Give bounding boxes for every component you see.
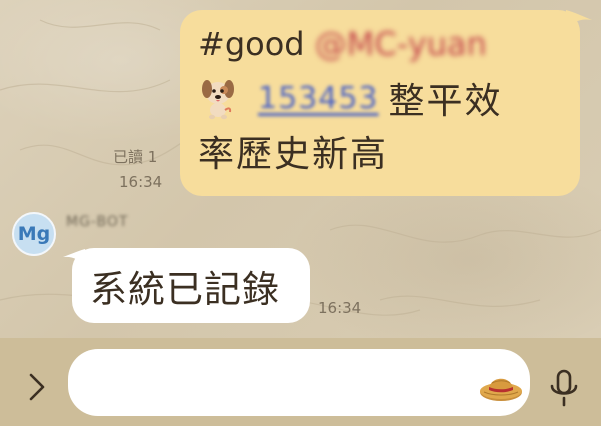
avatar[interactable]: Mg [12, 212, 56, 256]
chevron-right-icon [29, 373, 45, 401]
avatar-initials: Mg [17, 223, 51, 245]
hashtag[interactable]: #good [198, 25, 305, 63]
outgoing-message-bubble[interactable]: #good @MC-yuan 153453 整平效 率歷史新高 [180, 10, 580, 196]
microphone-icon [550, 369, 578, 407]
dog-emoji-icon [202, 80, 234, 120]
microphone-button[interactable] [548, 368, 580, 408]
straw-hat-sticker-icon [480, 378, 522, 401]
message-line-1: #good @MC-yuan [198, 22, 562, 66]
message-input[interactable] [68, 349, 530, 416]
message-timestamp: 16:34 [318, 299, 362, 317]
message-line-3: 率歷史新高 [198, 134, 389, 175]
sender-name: MG-BOT [66, 214, 129, 230]
incoming-message-bubble[interactable]: 系統已記錄 [72, 248, 310, 323]
read-receipt: 已讀 1 [113, 148, 158, 166]
sticker-button[interactable] [478, 365, 524, 405]
mention[interactable]: @MC-yuan [315, 25, 487, 63]
expand-menu-button[interactable] [22, 370, 52, 404]
message-timestamp: 16:34 [119, 173, 163, 191]
message-text-part: 整平效 [388, 81, 503, 122]
order-number-link[interactable]: 153453 [258, 81, 379, 116]
message-text: 系統已記錄 [90, 267, 280, 311]
message-line-2: 153453 整平效 [198, 74, 562, 122]
